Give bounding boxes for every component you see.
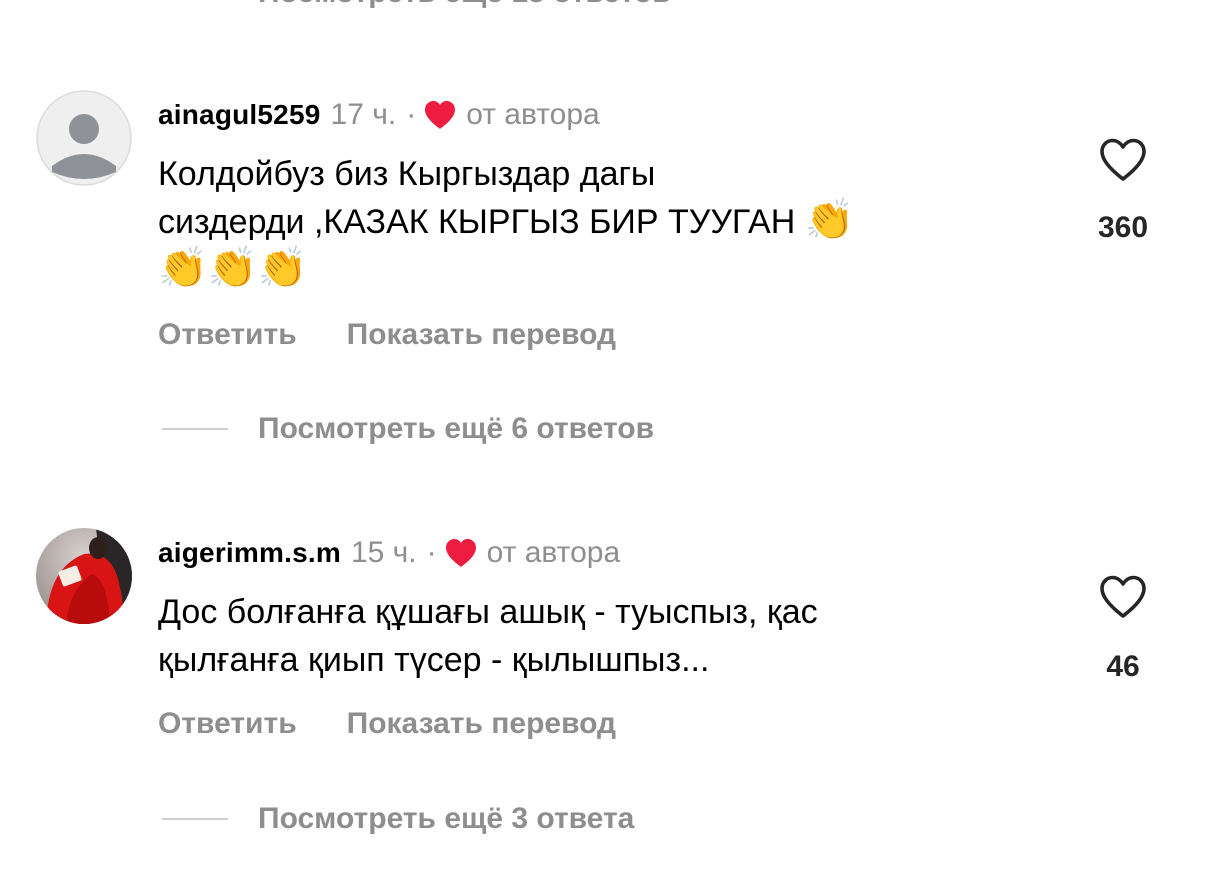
- show-translation-button[interactable]: Показать перевод: [347, 318, 616, 352]
- username[interactable]: ainagul5259: [158, 99, 321, 131]
- like-count: 46: [1106, 650, 1140, 683]
- comment-text: Колдойбуз биз Кыргыздар дагы сиздерди ,К…: [158, 151, 1058, 293]
- comment-text-line: 👏👏👏: [158, 245, 1058, 293]
- comment-text-line-content: сиздерди ,КАЗАК КЫРГЫЗ БИР ТУУГАН: [158, 203, 796, 241]
- view-replies-label: Посмотреть ещё 3 ответа: [258, 802, 635, 835]
- view-replies-button[interactable]: Посмотреть ещё 3 ответа: [162, 802, 634, 836]
- reply-button[interactable]: Ответить: [158, 318, 297, 352]
- view-replies-button[interactable]: Посмотреть ещё 6 ответов: [162, 412, 654, 446]
- comment-time: 17 ч.: [330, 98, 397, 131]
- clapping-hands-emoji: 👏: [804, 198, 855, 242]
- view-replies-label: Посмотреть ещё 6 ответов: [258, 412, 655, 445]
- clapping-hands-emoji: 👏: [158, 246, 208, 290]
- heart-outline-icon[interactable]: [1098, 574, 1148, 620]
- show-translation-button[interactable]: Показать перевод: [347, 707, 616, 741]
- comment-text: Дос болғанға құшағы ашық - туыспыз, қас …: [158, 589, 1058, 683]
- comment-meta: aigerimm.s.m 15 ч. · от автора: [158, 533, 620, 573]
- red-heart-icon: [445, 538, 477, 568]
- like-count: 360: [1097, 211, 1149, 244]
- comment-actions: Ответить Показать перевод: [158, 707, 616, 741]
- username[interactable]: aigerimm.s.m: [158, 537, 341, 569]
- avatar[interactable]: [36, 90, 132, 186]
- separator-dot: ·: [426, 536, 437, 569]
- comment-text-line: Колдойбуз биз Кыргыздар дагы: [158, 155, 656, 193]
- clapping-hands-emoji: 👏: [257, 246, 308, 290]
- author-like-label: от автора: [466, 98, 600, 131]
- separator-dot: ·: [406, 98, 417, 131]
- comment-actions: Ответить Показать перевод: [158, 318, 616, 352]
- avatar[interactable]: [36, 528, 132, 624]
- reply-button[interactable]: Ответить: [158, 707, 297, 741]
- comment-meta: ainagul5259 17 ч. · от автора: [158, 95, 600, 135]
- comment-text-line: Дос болғанға құшағы ашық - туыспыз, қас: [158, 593, 818, 631]
- comment-time: 15 ч.: [350, 536, 417, 569]
- comment-text-line: қылғанға қиып түсер - қылышпыз...: [158, 641, 710, 679]
- author-like-label: от автора: [486, 536, 621, 569]
- like-column: 360: [1078, 137, 1168, 245]
- replies-divider: [162, 428, 228, 430]
- comment-text-line: сиздерди ,КАЗАК КЫРГЫЗ БИР ТУУГАН 👏: [158, 197, 1058, 245]
- view-more-replies-cut[interactable]: Посмотреть ещё 15 ответов: [258, 0, 671, 10]
- red-heart-icon: [424, 100, 456, 130]
- heart-outline-icon[interactable]: [1098, 137, 1148, 183]
- clapping-hands-emoji: 👏: [207, 246, 258, 290]
- like-column: 46: [1078, 574, 1168, 684]
- replies-divider: [162, 818, 228, 820]
